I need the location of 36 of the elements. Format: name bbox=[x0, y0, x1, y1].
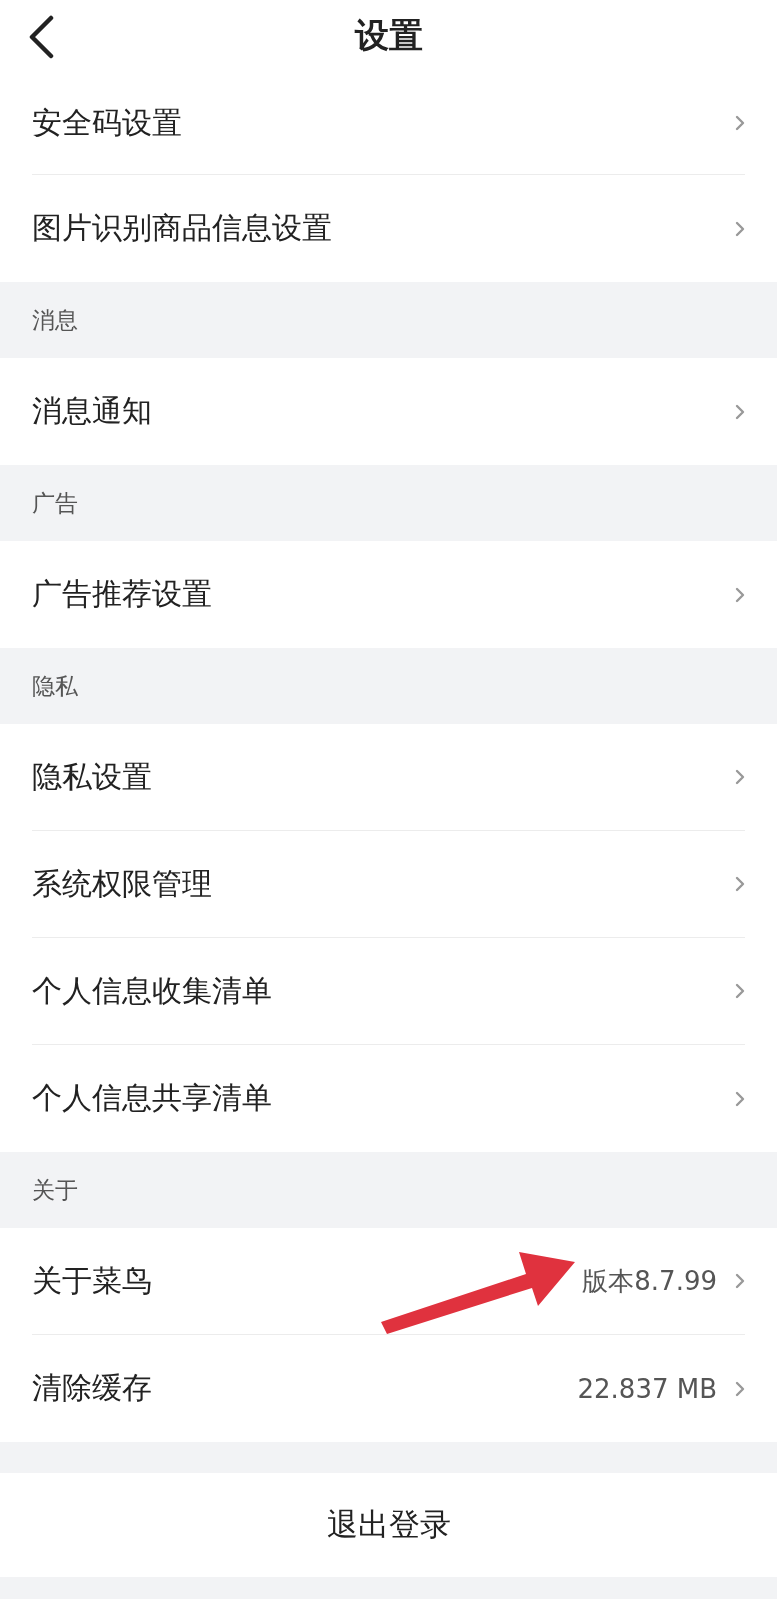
settings-row[interactable]: 安全码设置 bbox=[32, 72, 745, 175]
chevron-icon bbox=[735, 220, 745, 237]
settings-row[interactable]: 系统权限管理 bbox=[32, 831, 745, 938]
chevron-icon bbox=[735, 586, 745, 603]
row-label: 清除缓存 bbox=[32, 1369, 152, 1407]
section-header: 隐私 bbox=[31, 671, 79, 701]
chevron-icon bbox=[735, 1090, 745, 1107]
chevron-icon bbox=[735, 403, 745, 420]
row-label: 安全码设置 bbox=[32, 103, 182, 142]
section-header: 消息 bbox=[31, 305, 79, 335]
chevron-icon bbox=[735, 769, 745, 785]
row-label: 个人信息共享清单 bbox=[32, 1079, 272, 1117]
logout-button[interactable]: 退出登录 bbox=[0, 1473, 777, 1577]
settings-row[interactable]: 个人信息共享清单 bbox=[32, 1045, 745, 1152]
chevron-icon bbox=[735, 983, 745, 999]
section-header: 关于 bbox=[31, 1175, 79, 1205]
row-value: 版本8.7.99 bbox=[582, 1264, 717, 1298]
chevron-icon bbox=[735, 1273, 745, 1289]
page-title: 设置 bbox=[354, 14, 423, 57]
section-header: 广告 bbox=[31, 488, 79, 518]
row-label: 关于菜鸟 bbox=[32, 1261, 152, 1300]
settings-row[interactable]: 图片识别商品信息设置 bbox=[32, 175, 745, 282]
chevron-icon bbox=[735, 115, 745, 131]
row-label: 系统权限管理 bbox=[32, 864, 212, 903]
row-label: 隐私设置 bbox=[32, 757, 152, 796]
settings-row[interactable]: 隐私设置 bbox=[32, 724, 745, 831]
chevron-icon bbox=[735, 876, 745, 892]
row-label: 图片识别商品信息设置 bbox=[32, 209, 332, 247]
chevron-icon bbox=[735, 1380, 745, 1397]
settings-row[interactable]: 个人信息收集清单 bbox=[32, 938, 745, 1045]
back-icon[interactable] bbox=[28, 14, 56, 60]
row-value: 22.837 MB bbox=[577, 1373, 717, 1404]
settings-row[interactable]: 清除缓存 22.837 MB bbox=[32, 1335, 745, 1442]
row-label: 消息通知 bbox=[32, 392, 152, 430]
row-label: 个人信息收集清单 bbox=[32, 971, 272, 1010]
row-label: 广告推荐设置 bbox=[32, 575, 212, 613]
